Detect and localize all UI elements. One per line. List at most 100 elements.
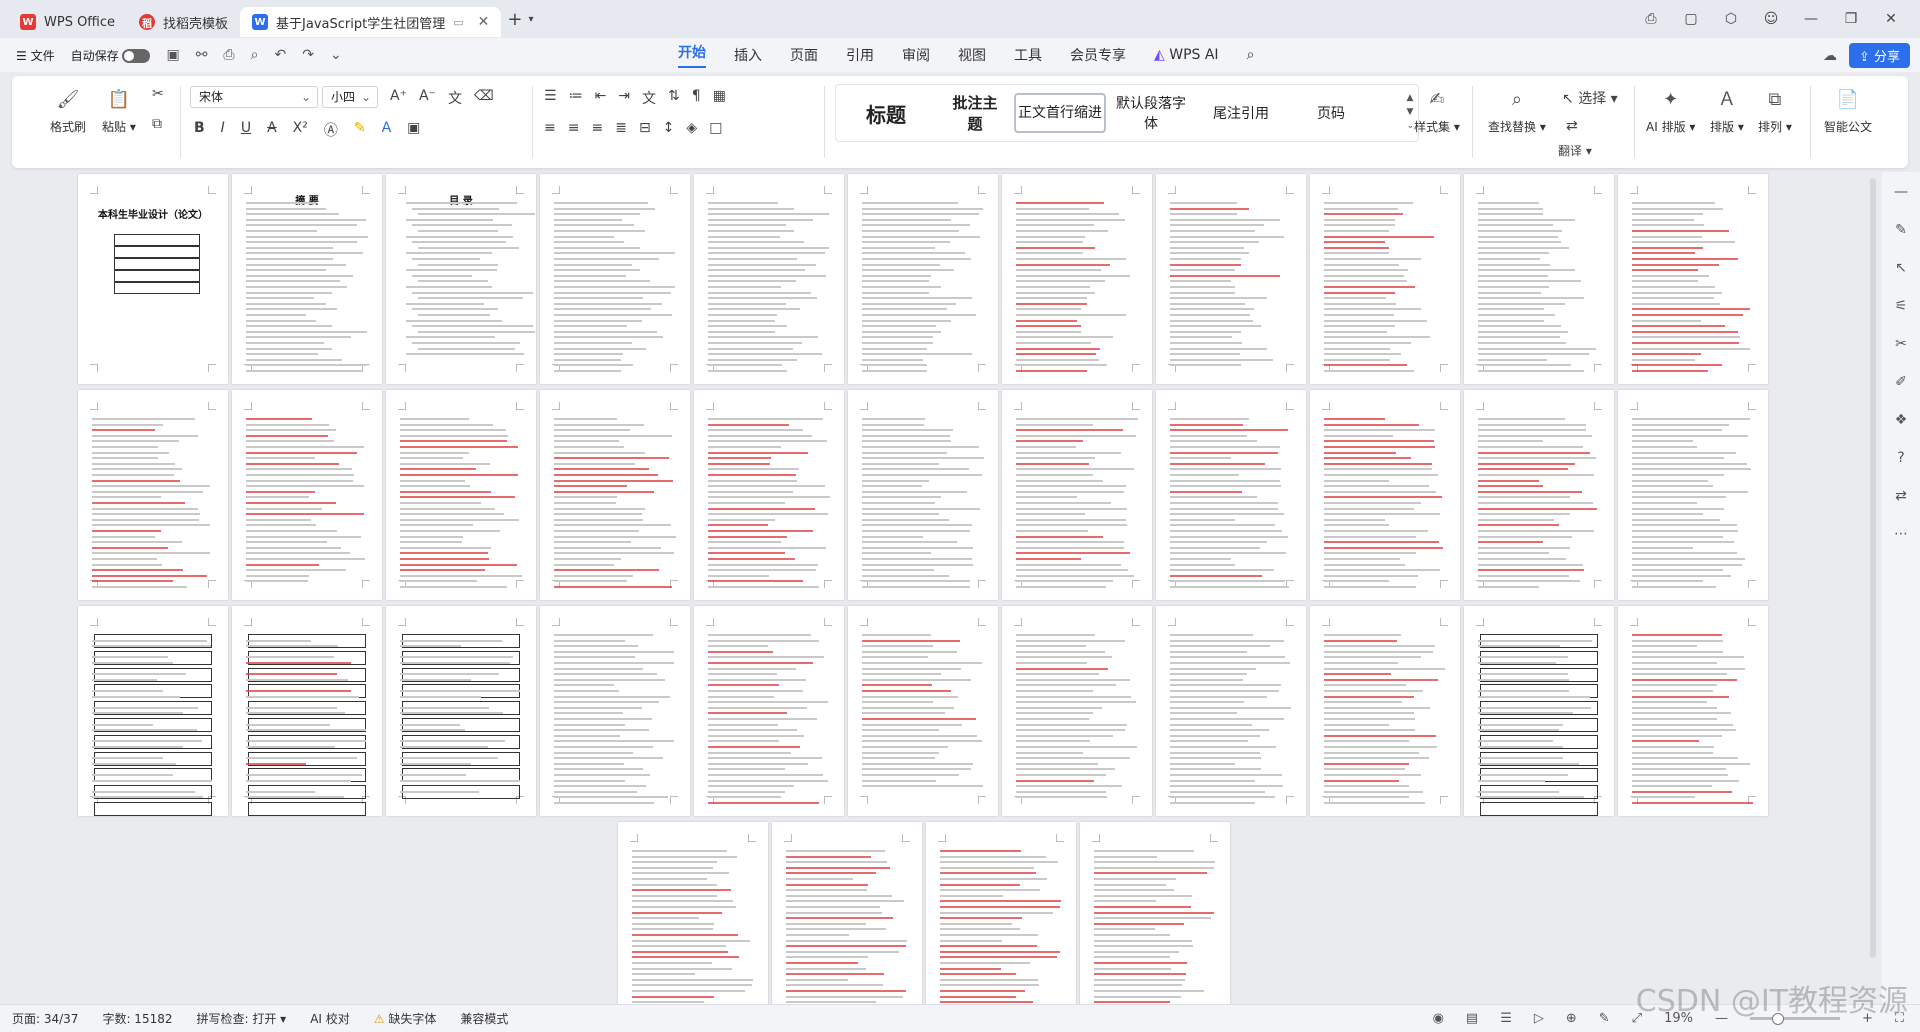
page-thumbnail[interactable] — [1464, 390, 1614, 600]
window-icon[interactable]: ▭ — [453, 16, 463, 29]
tab-review[interactable]: 审阅 — [902, 45, 930, 65]
sort-icon[interactable]: ⇅ — [668, 88, 680, 108]
page-thumbnail[interactable] — [1080, 822, 1230, 1032]
page-thumbnail[interactable] — [1002, 606, 1152, 816]
tab-tools[interactable]: 工具 — [1014, 45, 1042, 65]
strikethrough-icon[interactable]: A — [267, 120, 277, 140]
page-thumbnail[interactable] — [848, 390, 998, 600]
tools-icon[interactable]: ✂ — [1895, 336, 1907, 352]
save-icon[interactable]: ▣ — [166, 47, 179, 63]
page-thumbnail[interactable] — [694, 606, 844, 816]
justify-icon[interactable]: ≣ — [615, 120, 627, 136]
tab-document[interactable]: W 基于JavaScript学生社团管理 ▭ ✕ — [240, 7, 502, 37]
translate-icon[interactable]: ⇄ — [1566, 118, 1578, 134]
style-endnote-ref[interactable]: 尾注引用 — [1196, 103, 1286, 123]
ai-layout-button[interactable]: ✦ AI 排版 ▾ — [1646, 82, 1695, 135]
page-thumbnail[interactable] — [1002, 174, 1152, 384]
font-size-select[interactable]: 小四 ⌄ — [322, 86, 378, 108]
print-preview-icon[interactable]: ⌕ — [251, 47, 259, 63]
share-button[interactable]: ⇪ 分享 — [1848, 43, 1910, 68]
page-thumbnail[interactable] — [1156, 390, 1306, 600]
bullet-list-icon[interactable]: ☰ — [544, 88, 557, 108]
page-thumbnail[interactable] — [1310, 174, 1460, 384]
page-thumbnail[interactable] — [1002, 390, 1152, 600]
page-thumbnail[interactable] — [1464, 606, 1614, 816]
page-thumbnail[interactable]: 目 录 — [386, 174, 536, 384]
toggle-switch[interactable] — [122, 49, 151, 63]
page-thumbnail[interactable]: 本科生毕业设计（论文） — [78, 174, 228, 384]
pointer-icon[interactable]: ↖ — [1895, 260, 1907, 276]
distribute-icon[interactable]: ⊟ — [639, 120, 651, 136]
layout-button[interactable]: Ａ 排版 ▾ — [1710, 82, 1744, 135]
page-thumbnail[interactable]: 摘 要 — [232, 174, 382, 384]
style-body-indent[interactable]: 正文首行缩进 — [1014, 93, 1106, 133]
collapse-icon[interactable]: — — [1894, 184, 1908, 200]
tab-wps-office[interactable]: W WPS Office — [8, 7, 127, 37]
copy-icon[interactable]: ⧉ — [152, 116, 164, 132]
page-thumbnail[interactable] — [386, 606, 536, 816]
page-thumbnail[interactable] — [848, 174, 998, 384]
page-thumbnail[interactable] — [232, 390, 382, 600]
screenshot-icon[interactable]: ⎙ — [1642, 11, 1660, 27]
page-indicator[interactable]: 页面: 34/37 — [0, 1010, 90, 1027]
close-tab-icon[interactable]: ✕ — [478, 14, 490, 30]
page-thumbnail[interactable] — [694, 390, 844, 600]
bold-icon[interactable]: B — [194, 120, 205, 140]
page-thumbnail[interactable] — [1156, 174, 1306, 384]
char-shading-icon[interactable]: ▣ — [407, 120, 420, 140]
page-view-icon[interactable]: ▤ — [1466, 1011, 1478, 1026]
font-color-icon[interactable]: A — [382, 120, 392, 140]
outline-icon[interactable]: ☰ — [1500, 1011, 1512, 1026]
vertical-scrollbar[interactable] — [1870, 178, 1876, 958]
page-thumbnail[interactable] — [926, 822, 1076, 1032]
style-set-button[interactable]: ✍ 样式集 ▾ — [1414, 82, 1460, 135]
link-icon[interactable]: ⚯ — [196, 47, 208, 63]
undo-icon[interactable]: ↶ — [274, 47, 286, 63]
expand-icon[interactable]: ⌄ — [1406, 121, 1414, 131]
style-page-number[interactable]: 页码 — [1286, 103, 1376, 123]
word-count[interactable]: 字数: 15182 — [90, 1010, 184, 1027]
restore-icon[interactable]: ❐ — [1842, 11, 1860, 27]
style-default-font[interactable]: 默认段落字体 — [1106, 93, 1196, 133]
page-thumbnail[interactable] — [1618, 390, 1768, 600]
spell-check[interactable]: 拼写检查: 打开 ▾ — [185, 1010, 299, 1027]
arrange-button[interactable]: ⧉ 排列 ▾ — [1758, 82, 1792, 135]
page-thumbnail[interactable] — [386, 390, 536, 600]
play-icon[interactable]: ▷ — [1534, 1011, 1544, 1026]
minimize-icon[interactable]: — — [1802, 11, 1820, 27]
ai-check[interactable]: AI 校对 — [298, 1010, 362, 1027]
page-thumbnail[interactable] — [618, 822, 768, 1032]
page-thumbnail[interactable] — [1310, 606, 1460, 816]
highlight-icon[interactable]: ✎ — [354, 120, 366, 140]
tab-references[interactable]: 引用 — [846, 45, 874, 65]
adjust-icon[interactable]: ⚟ — [1895, 298, 1908, 314]
shading-icon[interactable]: ◈ — [686, 120, 697, 136]
italic-icon[interactable]: I — [221, 120, 225, 140]
page-thumbnail[interactable] — [1156, 606, 1306, 816]
select-button[interactable]: ↖ 选择 ▾ — [1562, 88, 1618, 108]
align-center-icon[interactable]: ≡ — [568, 120, 580, 136]
pen-mode-icon[interactable]: ✎ — [1599, 1011, 1610, 1026]
more-chevron-icon[interactable]: ⌄ — [330, 47, 342, 63]
superscript-icon[interactable]: X² — [293, 120, 308, 140]
underline-icon[interactable]: U — [241, 120, 251, 140]
print-icon[interactable]: ⎙ — [223, 47, 234, 63]
eye-icon[interactable]: ◉ — [1433, 1011, 1444, 1026]
page-thumbnail[interactable] — [232, 606, 382, 816]
decrease-indent-icon[interactable]: ⇤ — [595, 88, 607, 108]
paste-button[interactable]: 📋 粘贴 ▾ — [102, 82, 136, 135]
tab-member[interactable]: 会员专享 — [1070, 45, 1126, 65]
style-heading[interactable]: 标题 — [836, 99, 936, 128]
phonetic-icon[interactable]: 文 — [448, 88, 462, 108]
page-thumbnail[interactable] — [78, 390, 228, 600]
layout-icon[interactable]: ▢ — [1682, 11, 1700, 27]
page-thumbnail[interactable] — [772, 822, 922, 1032]
tab-insert[interactable]: 插入 — [734, 45, 762, 65]
style-scroll[interactable]: ▲ ▼ ⌄ — [1406, 91, 1414, 133]
chevron-down-icon[interactable]: ▾ — [528, 14, 533, 25]
page-thumbnail[interactable] — [1618, 606, 1768, 816]
document-workspace[interactable]: 本科生毕业设计（论文） 摘 要目 录 — [0, 172, 1920, 1032]
border-icon[interactable]: □ — [709, 120, 722, 136]
page-thumbnail[interactable] — [540, 174, 690, 384]
close-icon[interactable]: ✕ — [1882, 11, 1900, 27]
